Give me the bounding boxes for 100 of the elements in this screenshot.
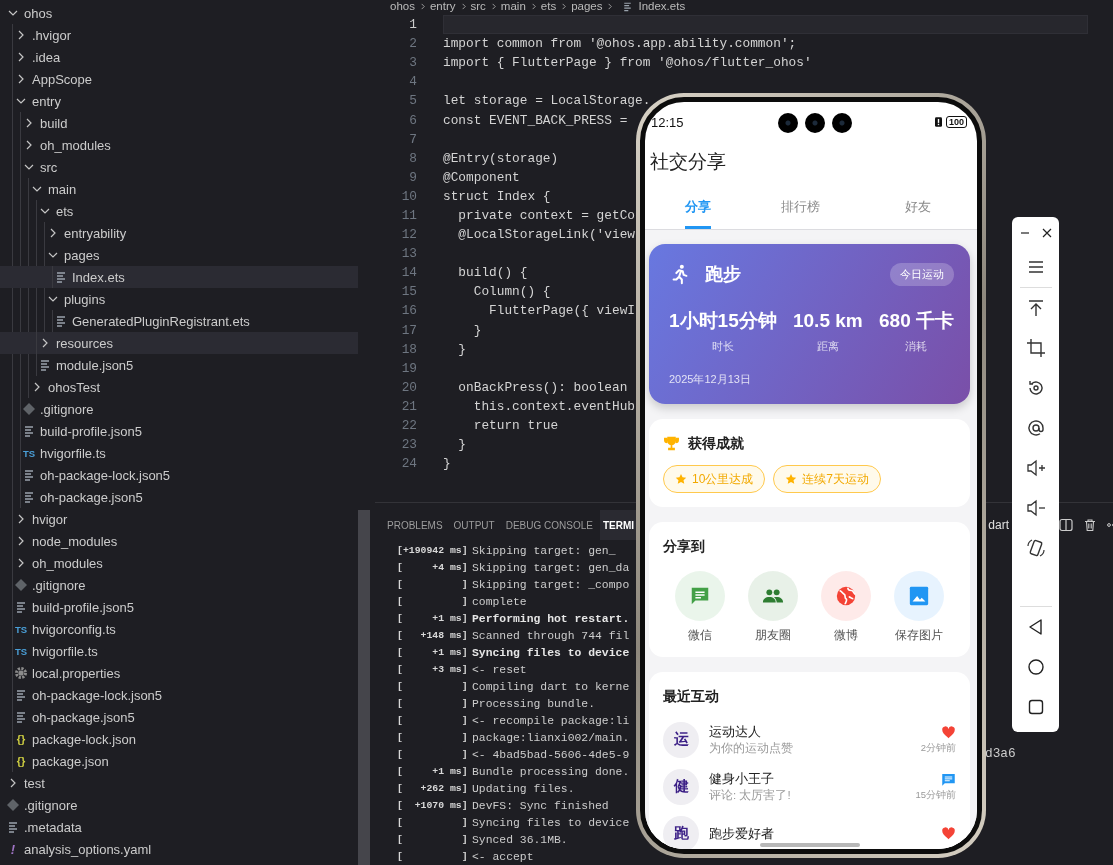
file-item[interactable]: Index.ets xyxy=(0,266,358,288)
folder-item[interactable]: oh_modules xyxy=(0,134,358,156)
tab[interactable]: 排行榜 xyxy=(741,185,859,229)
file-item[interactable]: oh-package.json5 xyxy=(0,486,358,508)
file-item[interactable]: TS hvigorfile.ts xyxy=(0,442,358,464)
home-icon[interactable] xyxy=(1025,657,1046,677)
share-button[interactable] xyxy=(894,571,945,621)
folder-item[interactable]: entry xyxy=(0,90,358,112)
breadcrumb-item[interactable]: Index.ets xyxy=(638,0,686,13)
interaction-time: 2分钟前 xyxy=(920,741,956,755)
braces-icon: {} xyxy=(13,732,29,746)
scrollbar[interactable] xyxy=(358,510,370,865)
panel-tab[interactable]: OUTPUT xyxy=(453,510,495,541)
file-item[interactable]: oh-package.json5 xyxy=(0,706,358,728)
terminal-name[interactable]: dart xyxy=(988,518,1009,533)
diamond-icon xyxy=(13,577,29,593)
folder-item[interactable]: plugins xyxy=(0,288,358,310)
at-sign-icon[interactable] xyxy=(1025,418,1046,438)
file-item[interactable]: build-profile.json5 xyxy=(0,420,358,442)
breadcrumb-item[interactable]: ets xyxy=(540,0,557,13)
file-item[interactable]: .gitignore xyxy=(0,574,358,596)
file-item[interactable]: .metadata xyxy=(0,816,358,838)
line-number: 22 xyxy=(400,418,417,433)
folder-item[interactable]: node_modules xyxy=(0,530,358,552)
activity-title: 跑步 xyxy=(705,263,741,286)
folder-item[interactable]: ohos xyxy=(0,2,358,24)
folder-item[interactable]: entryability xyxy=(0,222,358,244)
code-line: return true xyxy=(472,417,559,435)
trash-icon[interactable] xyxy=(1083,518,1097,533)
file-item[interactable]: ! analysis_options.yaml xyxy=(0,838,358,860)
log-message: d3a6 xyxy=(985,746,1016,762)
log-message: Skipping target: gen_ xyxy=(472,544,616,557)
folder-item[interactable]: ets xyxy=(0,200,358,222)
line-number: 5 xyxy=(408,93,417,109)
folder-item[interactable]: oh_modules xyxy=(0,552,358,574)
code-line: let storage = LocalStorage. xyxy=(443,92,651,111)
code-line: struct Index { xyxy=(443,187,551,206)
folder-item[interactable]: test xyxy=(0,772,358,794)
file-item[interactable]: oh-package-lock.json5 xyxy=(0,464,358,486)
log-timestamp: [ +262 ms] xyxy=(397,783,469,795)
file-item[interactable]: GeneratedPluginRegistrant.ets xyxy=(0,310,358,332)
panel-tab[interactable]: PROBLEMS xyxy=(387,510,443,541)
file-item[interactable]: .gitignore xyxy=(0,794,358,816)
share-button[interactable] xyxy=(747,571,798,621)
folder-item[interactable]: .idea xyxy=(0,46,358,68)
line-number: 7 xyxy=(408,131,417,147)
interaction-time: 15分钟前 xyxy=(915,788,956,802)
log-message: Processing bundle. xyxy=(472,697,596,710)
file-item[interactable]: .gitignore xyxy=(0,398,358,420)
log-timestamp: [ ] xyxy=(397,579,469,591)
device-rotate-icon[interactable] xyxy=(1025,538,1046,558)
panel-tab[interactable]: DEBUG CONSOLE xyxy=(505,510,593,541)
share-button[interactable] xyxy=(674,571,725,621)
file-item[interactable]: {} package-lock.json xyxy=(0,728,358,750)
log-timestamp: [+190942 ms] xyxy=(397,545,469,557)
folder-item[interactable]: hvigor xyxy=(0,508,358,530)
line-number: 21 xyxy=(400,398,417,414)
volume-down-icon[interactable] xyxy=(1025,498,1046,518)
folder-item[interactable]: src xyxy=(0,156,358,178)
exclamation-icon: ! xyxy=(5,842,21,856)
code-line: @Component xyxy=(443,168,520,187)
code-line: } xyxy=(457,436,467,455)
folder-item[interactable]: main xyxy=(0,178,358,200)
avatar: 健 xyxy=(663,768,699,805)
breadcrumb-item[interactable]: main xyxy=(500,0,526,13)
line-number: 8 xyxy=(408,150,417,166)
code-line: this.context.eventHub xyxy=(472,397,635,416)
breadcrumb-item[interactable]: src xyxy=(470,0,486,13)
log-message: <- recompile package:li xyxy=(472,714,630,727)
folder-item[interactable]: AppScope xyxy=(0,68,358,90)
file-item[interactable]: TS hvigorconfig.ts xyxy=(0,618,358,640)
tab[interactable]: 好友 xyxy=(859,185,977,229)
file-item[interactable]: module.json5 xyxy=(0,354,358,376)
breadcrumb-item[interactable]: ohos xyxy=(390,0,415,13)
code-line: } xyxy=(443,455,451,474)
folder-item[interactable]: resources xyxy=(0,332,358,354)
volume-up-icon[interactable] xyxy=(1025,458,1046,478)
file-item[interactable]: local.properties xyxy=(0,662,358,684)
breadcrumb-item[interactable]: pages xyxy=(571,0,603,13)
code-line: Column() { xyxy=(472,283,551,302)
folder-item[interactable]: .hvigor xyxy=(0,24,358,46)
folder-item[interactable]: pages xyxy=(0,244,358,266)
close-icon[interactable] xyxy=(1040,227,1053,239)
split-icon[interactable] xyxy=(1059,518,1073,533)
file-item[interactable]: {} package.json xyxy=(0,750,358,772)
crop-icon[interactable] xyxy=(1025,338,1046,358)
log-timestamp: [ +4 ms] xyxy=(397,562,469,574)
panel-tab[interactable]: TERMI xyxy=(599,510,638,541)
share-button[interactable] xyxy=(821,571,872,621)
log-timestamp: [ ] xyxy=(397,698,469,710)
file-item[interactable]: build-profile.json5 xyxy=(0,596,358,618)
line-number: 15 xyxy=(400,284,417,300)
folder-item[interactable]: ohosTest xyxy=(0,376,358,398)
breadcrumb-item[interactable]: entry xyxy=(429,0,456,13)
log-timestamp: [ ] xyxy=(397,749,469,761)
folder-item[interactable]: build xyxy=(0,112,358,134)
file-item[interactable]: oh-package-lock.json5 xyxy=(0,684,358,706)
file-item[interactable]: TS hvigorfile.ts xyxy=(0,640,358,662)
line-number: 12 xyxy=(400,227,417,243)
activity-badge: 今日运动 xyxy=(890,262,954,286)
